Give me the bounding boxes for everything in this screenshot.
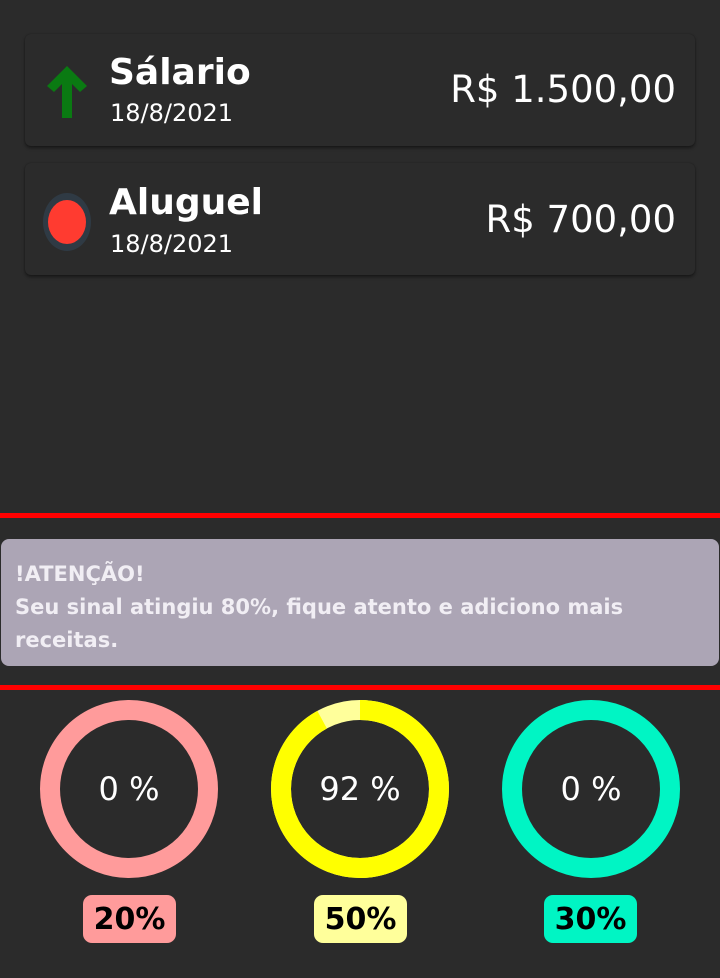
gauge-value: 0 % <box>98 770 160 808</box>
transaction-amount: R$ 1.500,00 <box>450 68 676 111</box>
gauge-value: 0 % <box>560 770 622 808</box>
transaction-date: 18/8/2021 <box>110 230 234 258</box>
transaction-amount: R$ 700,00 <box>485 198 676 241</box>
progress-gauge-1: 0 % <box>40 700 218 878</box>
alert-title: !ATENÇÃO! <box>15 562 145 586</box>
percent-badge-3: 30% <box>544 895 637 943</box>
transaction-date: 18/8/2021 <box>110 99 234 127</box>
arrow-up-icon <box>43 62 93 122</box>
transaction-title: Aluguel <box>109 182 263 223</box>
transaction-card-aluguel[interactable]: Aluguel 18/8/2021 R$ 700,00 <box>25 163 695 275</box>
percent-badge-2: 50% <box>314 895 407 943</box>
gauge-value: 92 % <box>319 770 401 808</box>
progress-gauge-3: 0 % <box>502 700 680 878</box>
red-dot-icon <box>43 191 93 251</box>
alert-banner: !ATENÇÃO! Seu sinal atingiu 80%, fique a… <box>1 539 719 666</box>
transaction-title: Sálario <box>109 52 251 93</box>
transaction-card-salario[interactable]: Sálario 18/8/2021 R$ 1.500,00 <box>25 34 695 146</box>
progress-gauge-2: 92 % <box>271 700 449 878</box>
alert-divider-bottom <box>0 685 720 690</box>
finance-screen: Sálario 18/8/2021 R$ 1.500,00 Aluguel 18… <box>0 0 720 978</box>
alert-divider-top <box>0 513 720 518</box>
percent-badge-1: 20% <box>83 895 176 943</box>
alert-message: Seu sinal atingiu 80%, fique atento e ad… <box>15 595 624 652</box>
